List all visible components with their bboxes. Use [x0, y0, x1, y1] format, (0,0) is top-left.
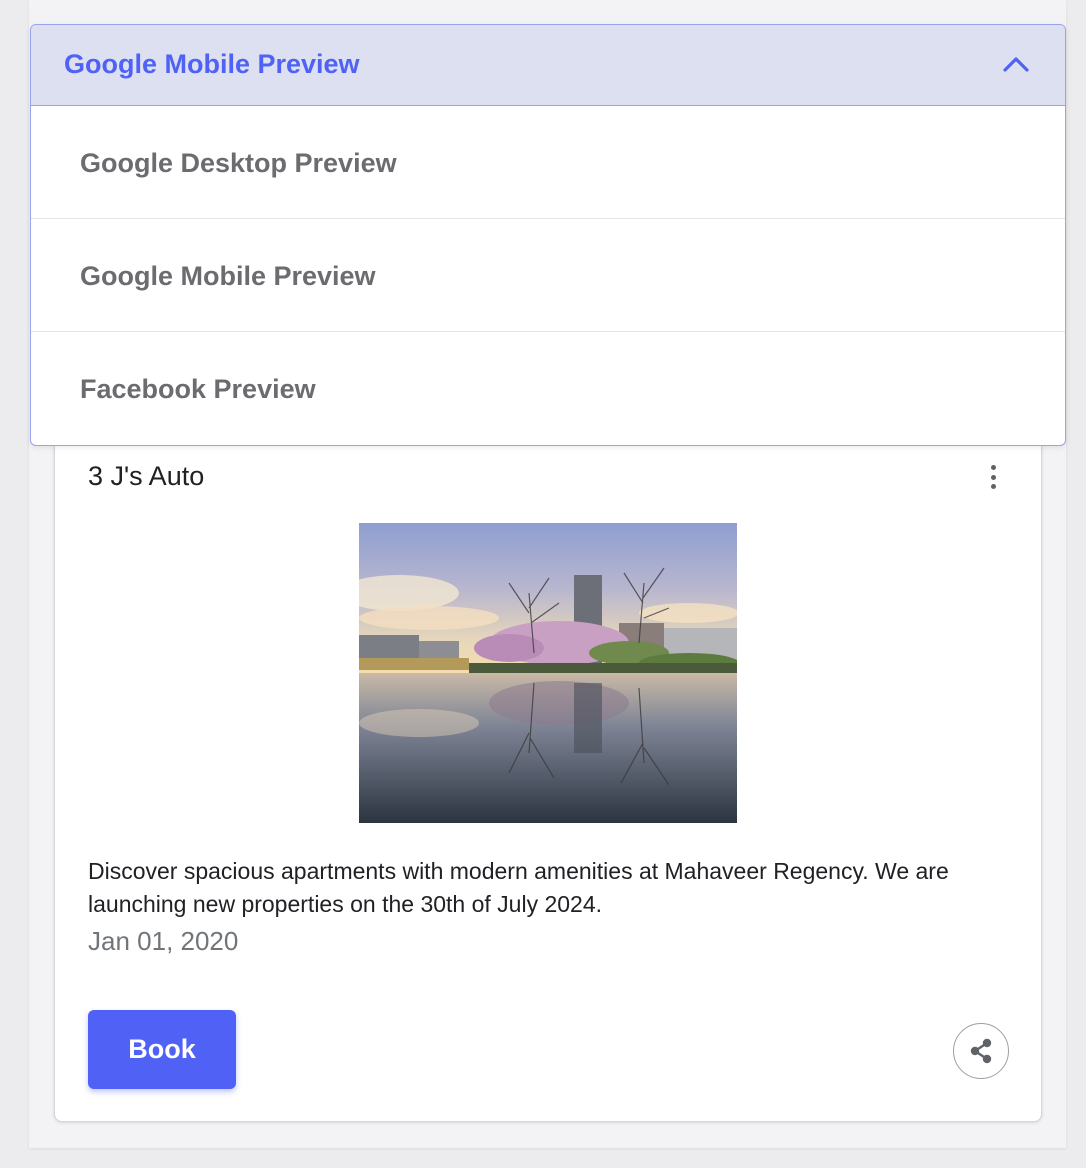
dropdown-selected-label: Google Mobile Preview	[64, 49, 360, 79]
dropdown-option-label: Google Mobile Preview	[80, 261, 376, 291]
dropdown-option-facebook[interactable]: Facebook Preview	[31, 332, 1065, 445]
share-icon	[970, 1038, 992, 1064]
dropdown-option-label: Facebook Preview	[80, 374, 316, 404]
chevron-up-icon	[1003, 57, 1029, 72]
post-description: Discover spacious apartments with modern…	[88, 858, 949, 917]
more-vertical-icon[interactable]	[981, 463, 1005, 491]
dropdown-option-google-desktop[interactable]: Google Desktop Preview	[31, 106, 1065, 219]
post-image	[359, 523, 737, 823]
share-button[interactable]	[953, 1023, 1009, 1079]
preview-type-dropdown: Google Mobile Preview Google Desktop Pre…	[30, 24, 1066, 446]
dropdown-option-label: Google Desktop Preview	[80, 148, 397, 178]
dropdown-toggle[interactable]: Google Mobile Preview	[31, 25, 1065, 106]
dropdown-option-google-mobile[interactable]: Google Mobile Preview	[31, 219, 1065, 332]
business-name: 3 J's Auto	[88, 461, 205, 491]
google-post-card: 3 J's Auto Discover spacious apartments …	[54, 420, 1042, 1122]
post-date: Jan 01, 2020	[88, 926, 239, 956]
book-button[interactable]: Book	[88, 1010, 236, 1089]
